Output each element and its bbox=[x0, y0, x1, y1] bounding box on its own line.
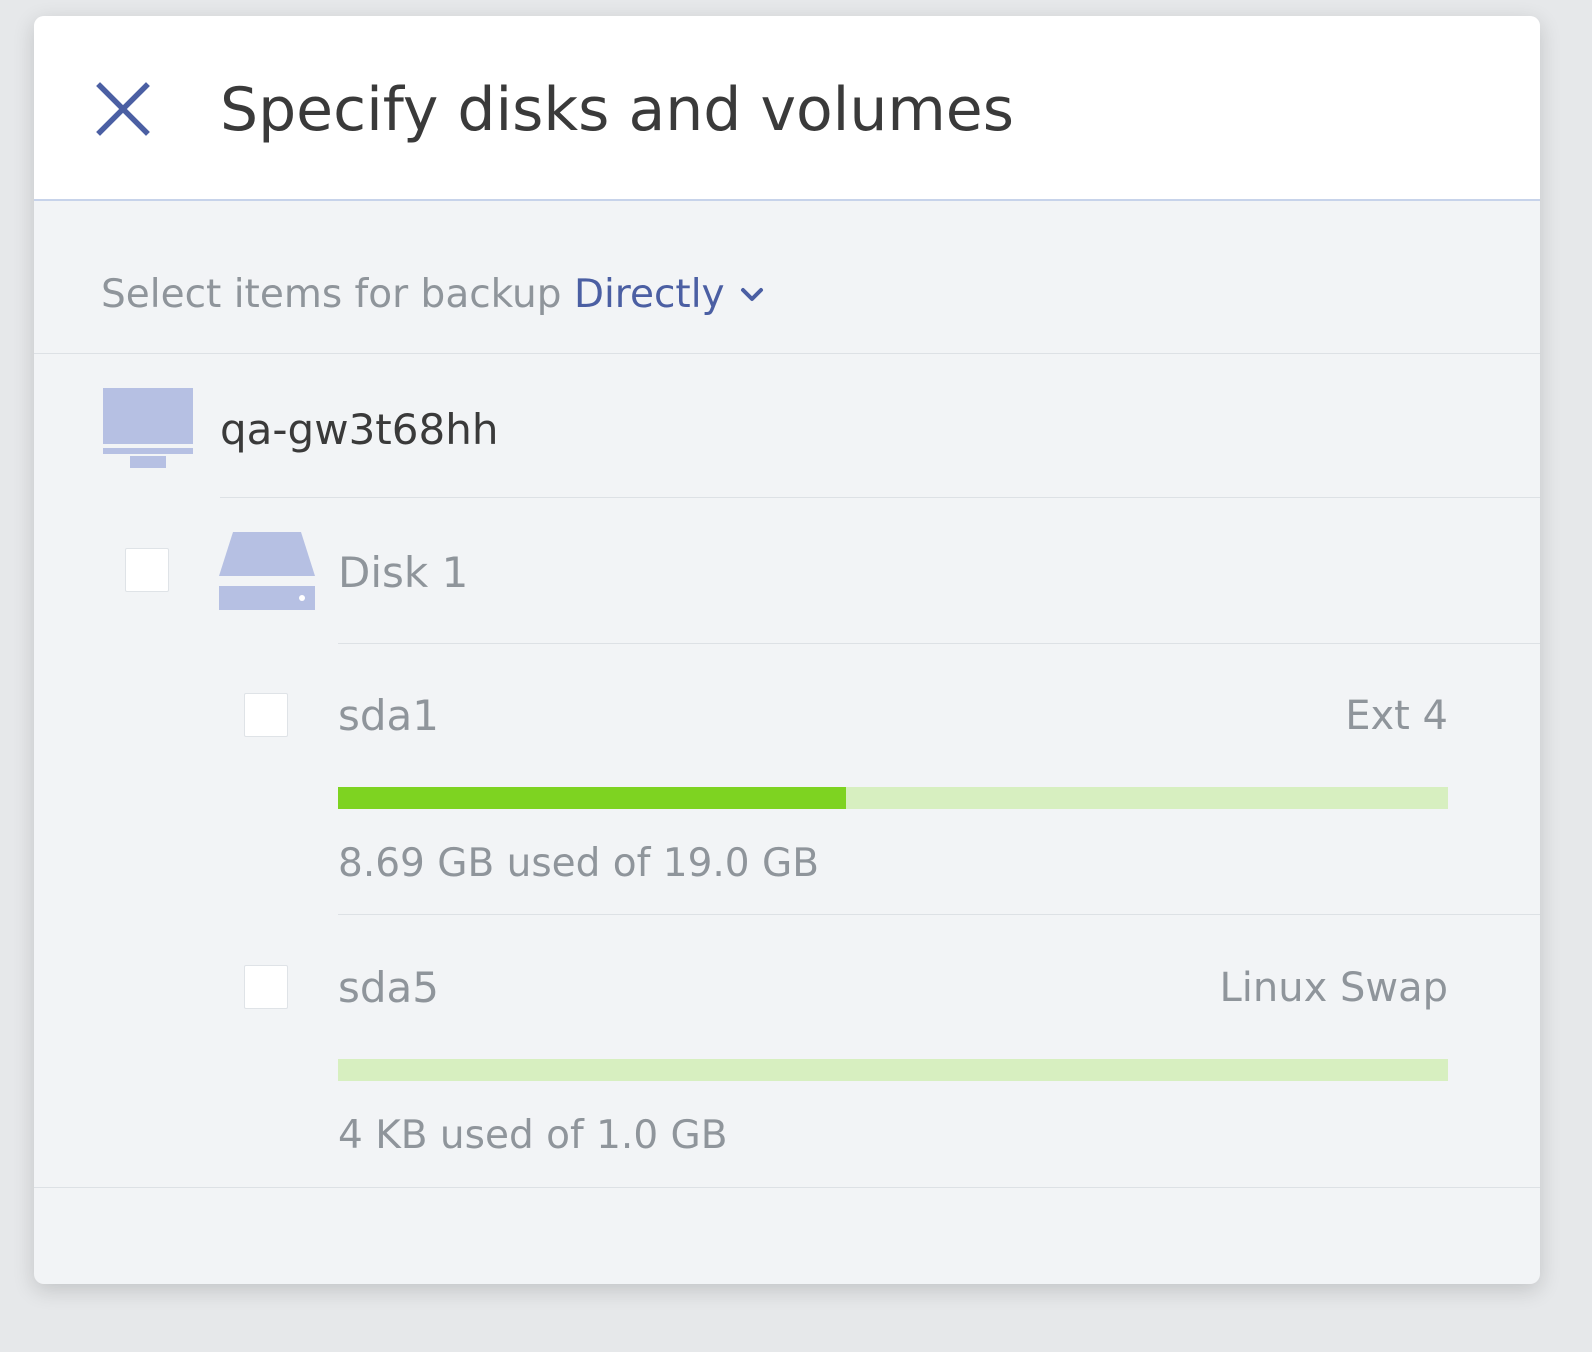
machine-row[interactable]: qa-gw3t68hh bbox=[34, 354, 1540, 498]
footer-divider bbox=[34, 1187, 1540, 1188]
disk-label: Disk 1 bbox=[338, 548, 469, 597]
machine-name: qa-gw3t68hh bbox=[220, 405, 499, 454]
volume-filesystem: Linux Swap bbox=[1219, 965, 1449, 1011]
volume-usage-bar bbox=[338, 787, 1448, 809]
backup-mode-value[interactable]: Directly bbox=[574, 272, 725, 317]
volume-usage-text: 8.69 GB used of 19.0 GB bbox=[338, 841, 819, 886]
close-icon bbox=[96, 82, 150, 136]
volume-divider bbox=[338, 914, 1540, 915]
volume-sda5-checkbox[interactable] bbox=[244, 965, 288, 1009]
close-button[interactable] bbox=[92, 78, 154, 140]
volume-usage-bar-fill bbox=[338, 787, 846, 809]
backup-selection-label-wrap: Select items for backup Directly bbox=[101, 271, 765, 319]
monitor-icon bbox=[103, 388, 193, 468]
volume-sda1-checkbox[interactable] bbox=[244, 693, 288, 737]
machine-divider bbox=[220, 497, 1540, 498]
hard-drive-icon bbox=[219, 532, 315, 610]
disk-1-checkbox[interactable] bbox=[125, 548, 169, 592]
dialog-title: Specify disks and volumes bbox=[220, 75, 1014, 145]
volume-usage-bar bbox=[338, 1059, 1448, 1081]
volume-name: sda1 bbox=[338, 691, 440, 740]
specify-disks-dialog: Specify disks and volumes Select items f… bbox=[34, 16, 1540, 1284]
volume-name: sda5 bbox=[338, 963, 440, 1012]
backup-mode-dropdown[interactable]: Directly bbox=[574, 272, 765, 317]
backup-selection-row: Select items for backup Directly bbox=[34, 201, 1540, 354]
dialog-header: Specify disks and volumes bbox=[34, 16, 1540, 201]
disk-divider bbox=[338, 643, 1540, 644]
backup-selection-label: Select items for backup bbox=[101, 272, 562, 317]
volume-filesystem: Ext 4 bbox=[1345, 693, 1448, 739]
chevron-down-icon[interactable] bbox=[739, 286, 765, 304]
volume-usage-text: 4 KB used of 1.0 GB bbox=[338, 1113, 728, 1158]
